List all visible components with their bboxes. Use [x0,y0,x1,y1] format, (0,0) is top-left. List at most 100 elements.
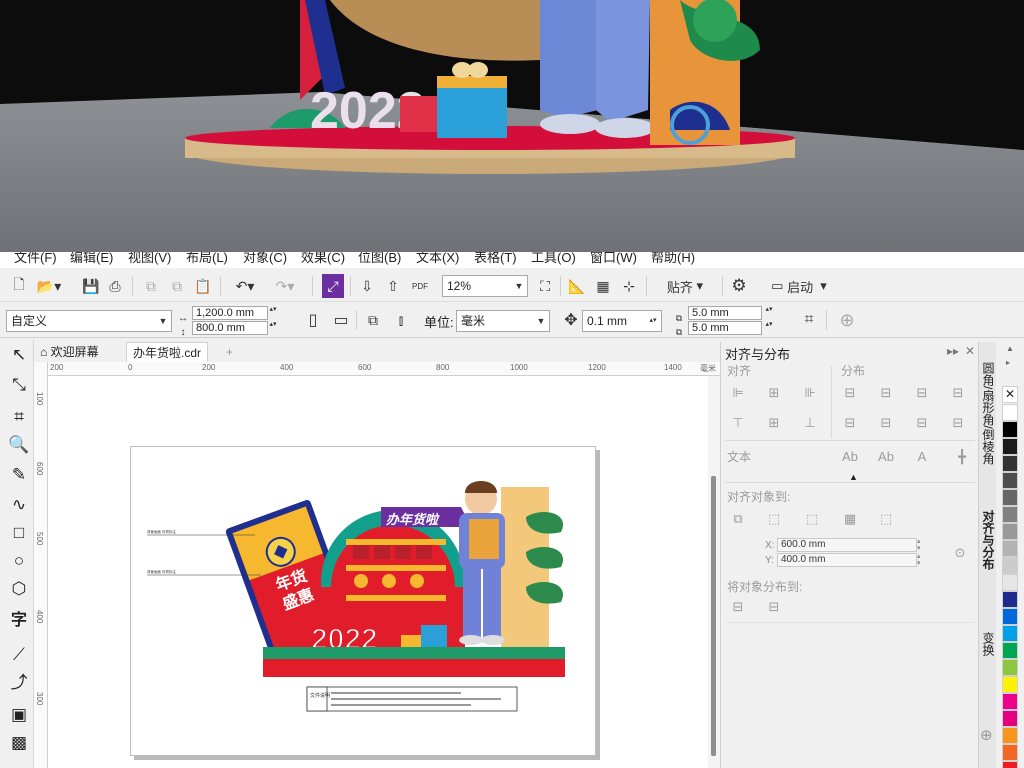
color-swatch[interactable] [1002,506,1018,523]
parallel-dimension-icon[interactable]: ⟋ [8,644,30,666]
menu-view[interactable]: 视图(V) [128,252,171,266]
distribute-selection-icon[interactable]: ⊟ [729,598,747,616]
shape-tool-icon[interactable]: ⤡ [8,374,30,396]
pick-point-icon[interactable]: ⊙ [951,544,969,562]
page-height-field[interactable]: 800.0 mm [192,321,268,335]
copy-icon[interactable]: ⧉ [166,274,188,298]
full-screen-icon[interactable]: ⛶ [534,274,556,298]
palette-scroll-up-icon[interactable]: ▲ [1006,344,1014,353]
polygon-tool-icon[interactable]: ⬡ [8,578,30,600]
color-swatch[interactable] [1002,404,1018,421]
align-x-field[interactable]: 600.0 mm [777,538,917,552]
crop-tool-icon[interactable]: ⌗ [8,406,30,428]
landscape-icon[interactable]: ▭ [330,308,352,332]
align-center-h-icon[interactable]: ⊞ [765,384,783,402]
menu-window[interactable]: 窗口(W) [590,252,637,266]
distribute-page-icon[interactable]: ⊟ [765,598,783,616]
color-swatch[interactable] [1002,489,1018,506]
color-swatch[interactable] [1002,523,1018,540]
menu-tools[interactable]: 工具(O) [531,252,576,266]
menu-text[interactable]: 文本(X) [416,252,459,266]
align-grid-icon[interactable]: ▦ [841,510,859,528]
color-swatch[interactable] [1002,591,1018,608]
tab-transform[interactable]: 变换 [980,632,996,656]
add-icon[interactable]: ⊕ [836,308,858,332]
color-swatch[interactable] [1002,744,1018,761]
horizontal-ruler[interactable]: 200 0 200 400 600 800 1000 1200 1400 毫米 [48,362,720,376]
align-page-center-icon[interactable]: ⬚ [803,510,821,528]
menu-object[interactable]: 对象(C) [243,252,287,266]
align-right-icon[interactable]: ⊪ [801,384,819,402]
color-swatch[interactable] [1002,710,1018,727]
cut-icon[interactable]: ⧉ [140,274,162,298]
text-outline-icon[interactable]: ╋ [953,448,971,466]
color-swatch[interactable] [1002,727,1018,744]
page-size-select[interactable]: 自定义 ▼ [6,310,172,332]
zoom-level-select[interactable]: 12% ▼ [442,275,528,297]
distribute-middle-icon[interactable]: ⊟ [877,414,895,432]
artistic-media-icon[interactable]: ∿ [8,494,30,516]
menu-file[interactable]: 文件(F) [14,252,57,266]
show-guidelines-icon[interactable]: ⊹ [618,274,640,298]
color-swatch[interactable] [1002,676,1018,693]
height-spinner[interactable]: ▴▾ [268,321,278,335]
text-baseline-last-icon[interactable]: Ab [877,448,895,466]
align-bottom-icon[interactable]: ⊥ [801,414,819,432]
color-swatch[interactable] [1002,421,1018,438]
vertical-scrollbar[interactable] [708,376,720,768]
align-y-field[interactable]: 400.0 mm [777,553,917,567]
show-rulers-icon[interactable]: 📐 [566,274,588,298]
distribute-center-icon[interactable]: ⊟ [877,384,895,402]
tab-document[interactable]: 办年货啦.cdr [126,342,209,362]
distribute-top-icon[interactable]: ⊟ [841,414,859,432]
color-swatch[interactable] [1002,438,1018,455]
drop-shadow-icon[interactable]: ▣ [8,704,30,726]
snap-to-button[interactable]: 贴齐 ▾ [652,274,718,298]
drawing-canvas[interactable]: 年货 盛惠 背景画面 材质标注 背景画面 材质标注 办年货啦 2022 文件说明 [48,376,708,768]
color-swatch[interactable] [1002,557,1018,574]
vertical-ruler[interactable]: 100 600 500 400 300 [34,362,48,768]
menu-bitmap[interactable]: 位图(B) [358,252,401,266]
color-swatch[interactable] [1002,693,1018,710]
all-pages-icon[interactable]: ⧉ [362,308,384,332]
new-tab-button[interactable]: + [220,342,239,362]
text-baseline-first-icon[interactable]: Ab [841,448,859,466]
show-grid-icon[interactable]: ▦ [592,274,614,298]
redo-icon[interactable]: ↷▾ [268,274,302,298]
expand-arrow-icon[interactable]: ▲ [849,472,858,482]
close-icon[interactable]: ✕ [965,344,975,358]
transparency-icon[interactable]: ▩ [8,732,30,754]
tab-fillet-scallop-chamfer[interactable]: 圆角/扇形角/倒棱角 [980,362,996,465]
menu-layout[interactable]: 布局(L) [186,252,228,266]
dup-y-spinner[interactable]: ▴▾ [764,321,774,335]
color-swatch[interactable] [1002,574,1018,591]
launch-button[interactable]: ▭ 启动 ▾ [758,274,840,298]
menu-edit[interactable]: 编辑(E) [70,252,113,266]
export-icon[interactable]: ⇧ [382,274,404,298]
page-frame-icon[interactable]: ⌗ [798,308,820,332]
color-swatch[interactable] [1002,625,1018,642]
align-left-icon[interactable]: ⊫ [729,384,747,402]
units-select[interactable]: 毫米 ▼ [456,310,550,332]
import-icon[interactable]: ⇩ [356,274,378,298]
no-color-swatch[interactable]: ✕ [1002,386,1018,403]
distribute-bottom-icon[interactable]: ⊟ [913,414,931,432]
page-width-field[interactable]: 1,200.0 mm [192,306,268,320]
duplicate-x-field[interactable]: 5.0 mm [688,306,762,320]
current-page-icon[interactable]: ⫾ [390,308,412,332]
dup-x-spinner[interactable]: ▴▾ [764,306,774,320]
portrait-icon[interactable]: ▯ [302,308,324,332]
tab-align-distribute[interactable]: 对齐与分布 [980,510,996,570]
color-swatch[interactable] [1002,642,1018,659]
pick-tool-icon[interactable]: ↖ [8,344,30,366]
align-page-edge-icon[interactable]: ⬚ [765,510,783,528]
document-page[interactable]: 年货 盛惠 背景画面 材质标注 背景画面 材质标注 办年货啦 2022 文件说明 [130,446,596,756]
palette-flyout-icon[interactable]: ▸ [1006,358,1010,367]
distribute-spacing-icon[interactable]: ⊟ [949,384,967,402]
print-icon[interactable]: ⎙ [104,274,126,298]
menu-table[interactable]: 表格(T) [474,252,517,266]
paste-icon[interactable]: 📋 [192,274,214,298]
text-tool-icon[interactable]: 字 [8,610,30,632]
distribute-vspacing-icon[interactable]: ⊟ [949,414,967,432]
menu-effects[interactable]: 效果(C) [301,252,345,266]
